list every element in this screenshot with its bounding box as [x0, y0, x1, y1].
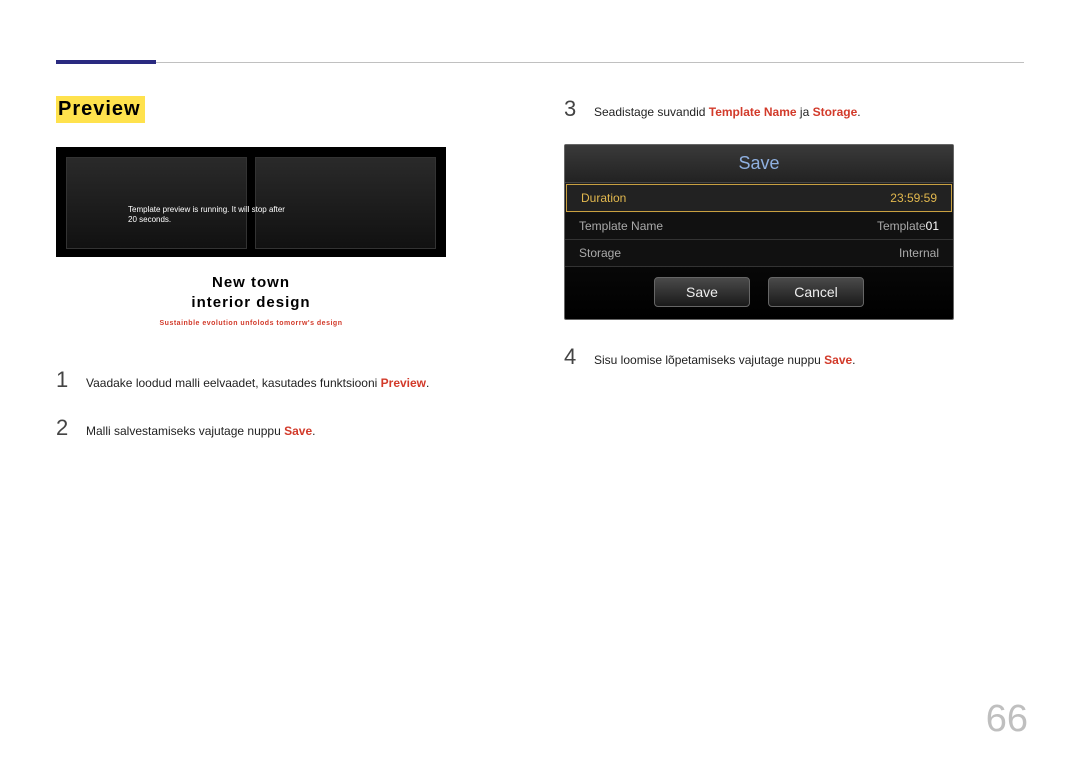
preview-pane-left — [66, 157, 247, 249]
duration-value: 23:59:59 — [890, 191, 937, 205]
step-text: Vaadake loodud malli eelvaadet, kasutade… — [86, 371, 429, 392]
step-1: 1 Vaadake loodud malli eelvaadet, kasuta… — [56, 367, 516, 393]
overlay-line-1: Template preview is running. It will sto… — [128, 205, 285, 214]
step-text-b: . — [426, 376, 429, 390]
storage-value: Internal — [899, 246, 939, 260]
overlay-line-2: 20 seconds. — [128, 215, 171, 224]
step-number: 3 — [564, 96, 580, 122]
step-text-b: . — [852, 353, 855, 367]
highlight-storage: Storage — [813, 105, 858, 119]
step-text: Malli salvestamiseks vajutage nuppu Save… — [86, 419, 315, 440]
step-text-a: Vaadake loodud malli eelvaadet, kasutade… — [86, 376, 381, 390]
step-text-b: . — [312, 424, 315, 438]
preview-screenshot: Template preview is running. It will sto… — [56, 147, 446, 347]
highlight-preview: Preview — [381, 376, 426, 390]
page-number: 66 — [986, 698, 1028, 741]
highlight-template-name: Template Name — [709, 105, 797, 119]
highlight-save: Save — [284, 424, 312, 438]
save-dialog-title: Save — [565, 145, 953, 183]
section-title: Preview — [56, 96, 145, 123]
highlight-save: Save — [824, 353, 852, 367]
save-row-duration[interactable]: Duration 23:59:59 — [566, 184, 952, 212]
preview-subline: Sustainble evolution unfolods tomorrw's … — [56, 320, 446, 327]
step-number: 4 — [564, 344, 580, 370]
template-prefix: Template — [877, 219, 926, 233]
step-text: Seadistage suvandid Template Name ja Sto… — [594, 100, 861, 121]
save-dialog: Save Duration 23:59:59 Template Name Tem… — [564, 144, 954, 320]
right-column: 3 Seadistage suvandid Template Name ja S… — [564, 96, 1024, 463]
preview-heading: New town interior design — [56, 273, 446, 312]
step-4: 4 Sisu loomise lõpetamiseks vajutage nup… — [564, 344, 1024, 370]
left-column: Preview Template preview is running. It … — [56, 96, 516, 463]
horizontal-rule — [56, 62, 1024, 63]
step-text: Sisu loomise lõpetamiseks vajutage nuppu… — [594, 348, 856, 369]
step-number: 1 — [56, 367, 72, 393]
save-dialog-buttons: Save Cancel — [565, 267, 953, 319]
save-button[interactable]: Save — [654, 277, 750, 307]
preview-heading-line-1: New town — [212, 274, 290, 291]
template-name-label: Template Name — [579, 219, 663, 233]
preview-overlay-text: Template preview is running. It will sto… — [128, 205, 374, 226]
step-text-b: . — [857, 105, 860, 119]
template-name-value: Template01 — [877, 219, 939, 233]
step-2: 2 Malli salvestamiseks vajutage nuppu Sa… — [56, 415, 516, 441]
preview-top-row — [66, 157, 436, 249]
preview-heading-line-2: interior design — [191, 294, 310, 311]
duration-label: Duration — [581, 191, 626, 205]
content-columns: Preview Template preview is running. It … — [56, 96, 1024, 463]
cancel-button[interactable]: Cancel — [768, 277, 864, 307]
template-suffix: 01 — [926, 219, 939, 233]
step-text-mid: ja — [797, 105, 813, 119]
step-3: 3 Seadistage suvandid Template Name ja S… — [564, 96, 1024, 122]
preview-pane-right — [255, 157, 436, 249]
step-text-a: Seadistage suvandid — [594, 105, 709, 119]
step-text-a: Malli salvestamiseks vajutage nuppu — [86, 424, 284, 438]
storage-label: Storage — [579, 246, 621, 260]
page: Preview Template preview is running. It … — [0, 0, 1080, 763]
step-number: 2 — [56, 415, 72, 441]
preview-bottom-panel: New town interior design Sustainble evol… — [56, 257, 446, 347]
save-row-template-name[interactable]: Template Name Template01 — [565, 213, 953, 240]
step-text-a: Sisu loomise lõpetamiseks vajutage nuppu — [594, 353, 824, 367]
accent-rule — [56, 60, 156, 64]
save-row-storage[interactable]: Storage Internal — [565, 240, 953, 267]
